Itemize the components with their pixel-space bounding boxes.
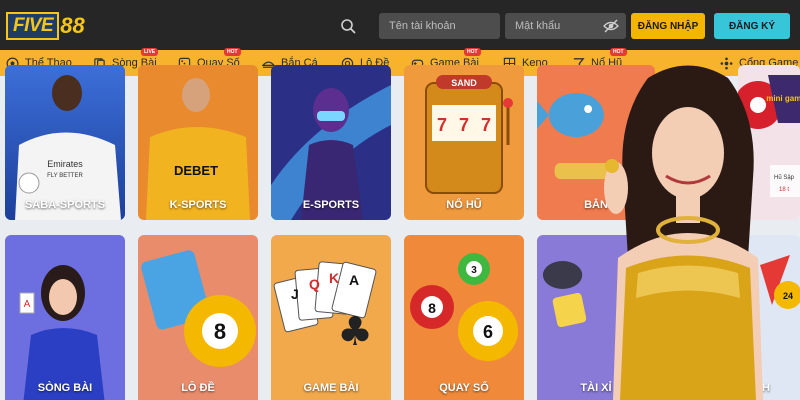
- kit-sponsor-text: Emirates: [47, 159, 83, 169]
- hot-badge: HOT: [224, 48, 241, 56]
- logo-text-five: FIVE: [6, 12, 60, 40]
- login-button[interactable]: ĐĂNG NHẬP: [631, 13, 705, 39]
- brand-logo[interactable]: FIVE 88: [6, 11, 85, 41]
- card-a: A: [349, 272, 359, 288]
- reel-1: 7: [437, 115, 447, 135]
- card-label: NỔ HŨ: [446, 199, 482, 211]
- ball-6: 6: [483, 322, 493, 342]
- live-badge: LIVE: [141, 48, 159, 56]
- hot-badge: HOT: [464, 48, 481, 56]
- promo-model-image: [604, 65, 763, 400]
- search-button[interactable]: [333, 13, 363, 39]
- kit-sub-text: FLY BETTER: [47, 173, 83, 179]
- card-label: E-SPORTS: [302, 199, 360, 211]
- card-song-bai[interactable]: A SÒNG BÀI: [5, 235, 125, 400]
- shirt-text: DEBET: [174, 163, 218, 178]
- top-bar: FIVE 88 ĐĂNG NHẬP ĐĂNG KÝ: [0, 0, 800, 50]
- username-input[interactable]: [379, 13, 500, 39]
- ball-number: 8: [214, 319, 226, 344]
- card-k: K: [329, 270, 339, 286]
- reel-2: 7: [459, 115, 469, 135]
- card-saba-sports[interactable]: Emirates FLY BETTER SABA-SPORTS: [5, 65, 125, 220]
- search-icon: [341, 19, 356, 34]
- register-button[interactable]: ĐĂNG KÝ: [714, 13, 790, 39]
- card-label: LÔ ĐỀ: [181, 382, 215, 394]
- card-k-sports[interactable]: DEBET K-SPORTS: [138, 65, 258, 220]
- card-label: GAME BÀI: [303, 382, 359, 394]
- hide-password-icon[interactable]: [603, 18, 619, 34]
- card-quay-so[interactable]: 8 3 6 QUAY SỐ: [404, 235, 524, 400]
- card-no-hu[interactable]: SAND 7 7 7 NỔ HŨ: [404, 65, 524, 220]
- ball-3: 3: [471, 265, 477, 276]
- logo-text-88: 88: [60, 13, 85, 38]
- card-label: QUAY SỐ: [439, 382, 489, 394]
- card-label: K-SPORTS: [169, 199, 227, 211]
- card-lo-de[interactable]: 8 LÔ ĐỀ: [138, 235, 258, 400]
- dealer-card: A: [24, 299, 31, 310]
- ball-8: 8: [428, 300, 436, 316]
- hot-badge: HOT: [610, 48, 627, 56]
- card-q: Q: [309, 276, 320, 292]
- slot-sign-text: SAND: [451, 78, 477, 88]
- card-label: SABA-SPORTS: [24, 199, 106, 211]
- card-e-sports[interactable]: E-SPORTS: [271, 65, 391, 220]
- card-game-bai[interactable]: J Q K A ♣ GAME BÀI: [271, 235, 391, 400]
- card-j: J: [291, 286, 299, 302]
- club-icon: ♣: [337, 309, 373, 355]
- reel-3: 7: [481, 115, 491, 135]
- card-label: SÒNG BÀI: [37, 382, 93, 394]
